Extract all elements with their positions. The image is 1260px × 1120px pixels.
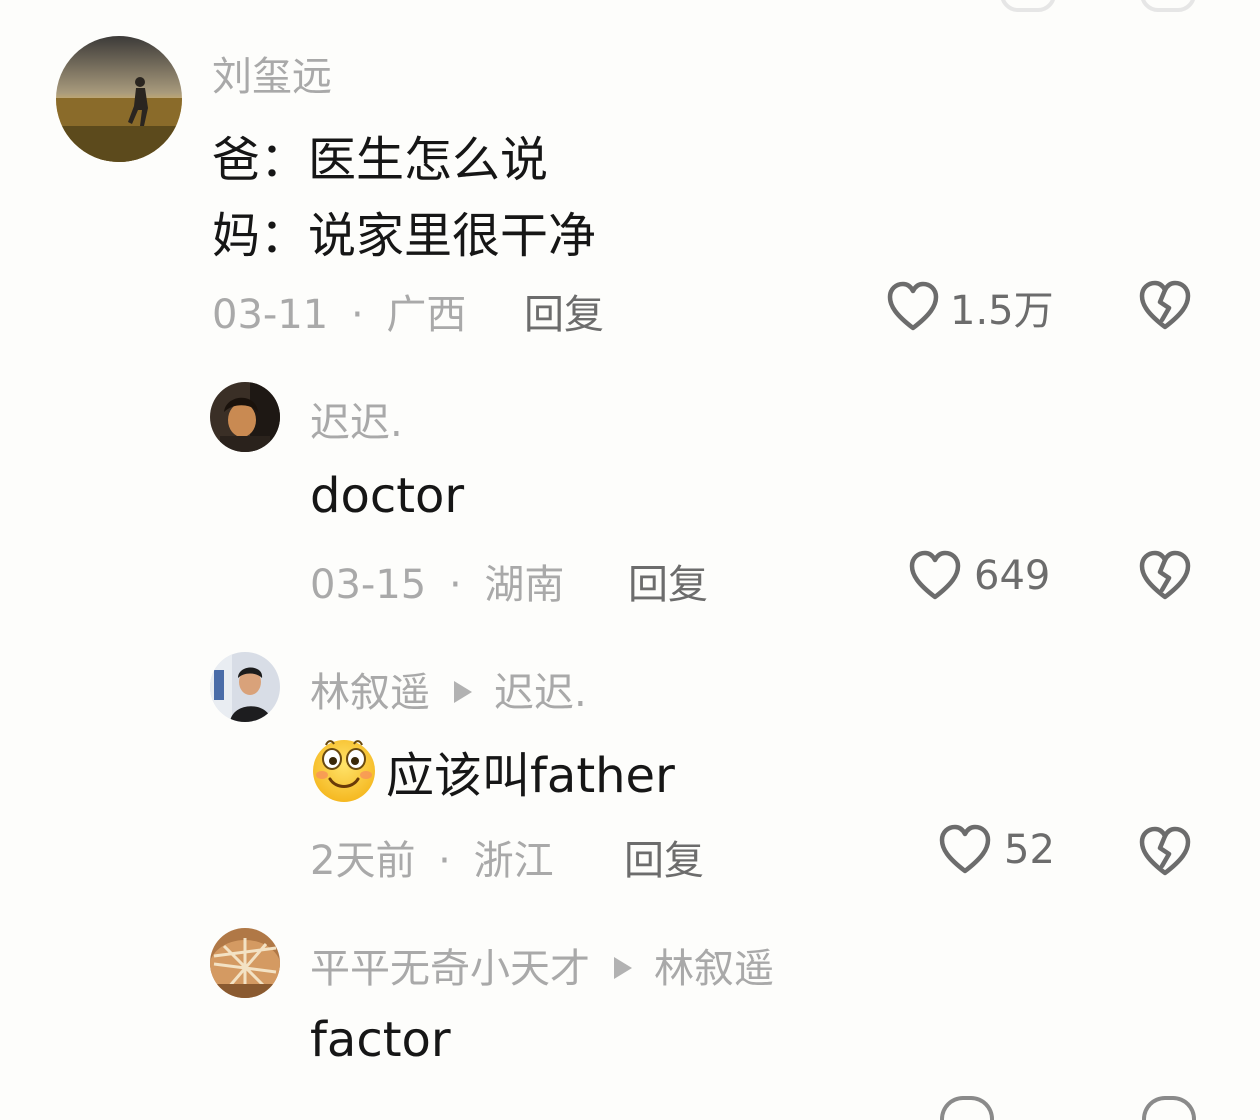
comment-meta: 03-11 · 广西 <box>212 282 466 340</box>
comment-author[interactable]: 迟迟. <box>310 390 403 448</box>
comment-text: 应该叫father <box>386 748 675 804</box>
reply-arrow-icon <box>454 681 472 703</box>
bread-avatar-image <box>210 928 280 998</box>
reply-arrow-icon <box>614 957 632 979</box>
meta-separator: · <box>448 562 462 608</box>
meta-separator: · <box>350 292 364 338</box>
like-icon-partial-bottom[interactable] <box>940 1096 994 1120</box>
comment-text-line: 爸：医生怎么说 <box>212 132 549 188</box>
comment-text: factor <box>310 1012 451 1068</box>
avatar[interactable] <box>56 36 182 162</box>
like-count: 52 <box>1004 827 1055 873</box>
dislike-button[interactable] <box>1138 826 1192 878</box>
comment-location: 广西 <box>386 292 467 338</box>
dislike-button[interactable] <box>1138 280 1192 332</box>
avatar[interactable] <box>210 652 280 722</box>
broken-heart-icon <box>1139 550 1191 600</box>
meta-separator: · <box>438 838 451 884</box>
reply-to-user[interactable]: 迟迟. <box>494 670 587 716</box>
portrait-avatar-image <box>210 382 280 452</box>
like-button[interactable]: 649 <box>908 550 1050 602</box>
heart-icon <box>909 550 961 600</box>
comment-text: doctor <box>310 468 465 524</box>
comment-location: 浙江 <box>473 838 554 884</box>
comment-date: 03-15 <box>310 562 427 608</box>
heart-icon <box>939 824 991 874</box>
comment-author[interactable]: 刘玺远 <box>212 44 332 102</box>
comment-meta: 2天前 · 浙江 <box>310 828 554 886</box>
dislike-button[interactable] <box>1138 550 1192 602</box>
comment-date: 03-11 <box>212 292 329 338</box>
heart-icon <box>887 281 939 331</box>
broken-heart-icon <box>1139 826 1191 876</box>
comment-author[interactable]: 平平无奇小天才 <box>310 946 590 992</box>
like-count: 1.5万 <box>950 288 1054 334</box>
avatar[interactable] <box>210 928 280 998</box>
like-button[interactable]: 1.5万 <box>886 278 1054 336</box>
reply-button[interactable]: 回复 <box>628 552 708 610</box>
like-button[interactable]: 52 <box>938 824 1055 876</box>
like-count: 649 <box>974 553 1051 599</box>
avatar[interactable] <box>210 382 280 452</box>
comment-meta: 03-15 · 湖南 <box>310 552 564 610</box>
reply-button[interactable]: 回复 <box>524 282 604 340</box>
broken-heart-icon <box>1139 280 1191 330</box>
comment-text-line: 应该叫father <box>308 736 675 819</box>
smile-emoji-icon <box>308 735 380 815</box>
dislike-icon-partial-top[interactable] <box>1140 0 1196 12</box>
comment-author-line: 平平无奇小天才 林叙遥 <box>310 936 774 994</box>
person-avatar-image <box>210 652 280 722</box>
comment-date: 2天前 <box>310 838 416 884</box>
comment-text-line: 妈：说家里很干净 <box>212 208 597 264</box>
like-icon-partial-top[interactable] <box>1000 0 1056 12</box>
field-runner-avatar-image <box>56 36 182 162</box>
reply-to-user[interactable]: 林叙遥 <box>654 946 774 992</box>
comment-location: 湖南 <box>484 562 565 608</box>
reply-button[interactable]: 回复 <box>624 828 704 886</box>
comment-author-line: 林叙遥 迟迟. <box>310 660 587 718</box>
dislike-icon-partial-bottom[interactable] <box>1142 1096 1196 1120</box>
comment-author[interactable]: 林叙遥 <box>310 670 430 716</box>
